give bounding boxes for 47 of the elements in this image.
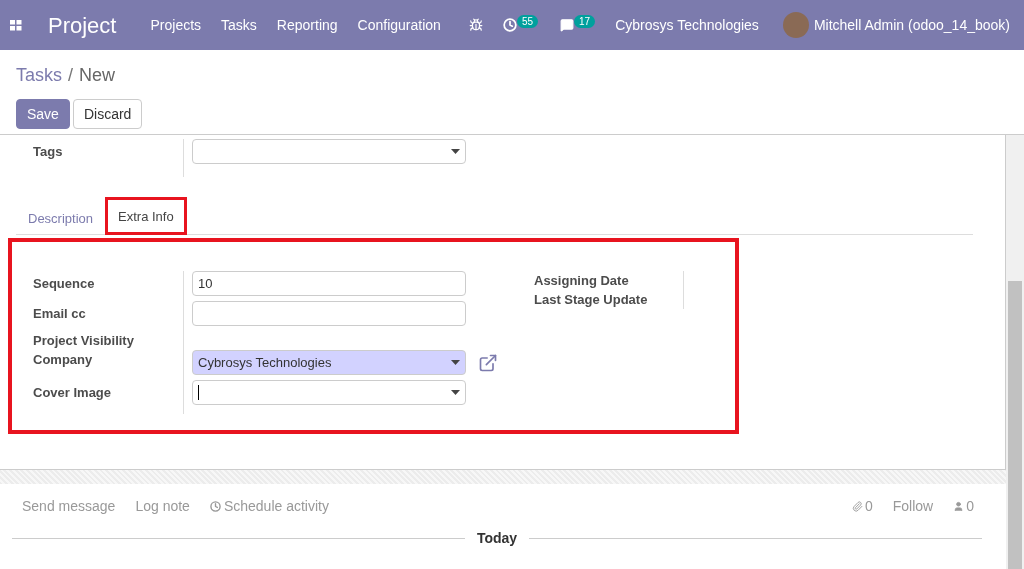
- bug-icon[interactable]: [468, 18, 483, 32]
- clock-icon: [209, 500, 221, 512]
- attachments-button[interactable]: 0: [851, 495, 873, 517]
- apps-menu-icon[interactable]: [10, 19, 22, 31]
- chatter-action[interactable]: Schedule activity: [209, 495, 329, 517]
- user-menu[interactable]: Mitchell Admin (odoo_14_book): [813, 14, 1010, 36]
- select-field[interactable]: Cybrosys Technologies: [192, 350, 466, 375]
- field-label: Assigning Date: [534, 272, 630, 290]
- caret-icon: [451, 360, 460, 365]
- input-field[interactable]: 10: [192, 271, 466, 296]
- tab[interactable]: Description: [16, 203, 106, 235]
- discard-button[interactable]: Discard: [72, 99, 143, 129]
- field-label: Cover Image: [33, 383, 112, 402]
- menu-item[interactable]: Reporting: [276, 14, 338, 36]
- paperclip-icon: [851, 500, 863, 512]
- chatter-action[interactable]: Send message: [22, 495, 116, 517]
- field-label: Company: [33, 351, 93, 369]
- tab[interactable]: Extra Info: [105, 197, 187, 235]
- field-label: Email cc: [33, 304, 86, 323]
- person-icon: [953, 500, 965, 512]
- caret-icon: [451, 149, 460, 154]
- select-field[interactable]: [192, 380, 466, 405]
- app-name[interactable]: Project: [48, 8, 117, 42]
- input-field[interactable]: [192, 301, 466, 326]
- field-label: Last Stage Update: [534, 291, 649, 309]
- message-count-badge: 17: [574, 14, 596, 28]
- follow-button[interactable]: Follow: [892, 495, 934, 517]
- activity-icon[interactable]: [502, 18, 517, 32]
- followers-button[interactable]: 0: [953, 495, 974, 517]
- breadcrumb-separator: /: [68, 64, 74, 87]
- company-switcher[interactable]: Cybrosys Technologies: [615, 14, 759, 36]
- menu-item[interactable]: Tasks: [221, 14, 257, 36]
- external-link-icon[interactable]: [478, 352, 498, 373]
- caret-icon: [451, 390, 460, 395]
- chatter-action[interactable]: Log note: [135, 495, 190, 517]
- save-button[interactable]: Save: [16, 99, 70, 129]
- chat-icon[interactable]: [560, 18, 575, 32]
- field-label: Project Visibility: [33, 331, 134, 350]
- activity-count-badge: 55: [516, 14, 539, 28]
- breadcrumb-link[interactable]: Tasks: [16, 62, 62, 89]
- menu-item[interactable]: Projects: [150, 14, 202, 36]
- scrollbar[interactable]: [1006, 135, 1024, 569]
- date-divider: Today: [475, 529, 519, 548]
- field-label: Sequence: [33, 274, 95, 293]
- field-label: Tags: [33, 143, 64, 161]
- menu-item[interactable]: Configuration: [357, 14, 441, 36]
- breadcrumb-current: New: [79, 64, 116, 87]
